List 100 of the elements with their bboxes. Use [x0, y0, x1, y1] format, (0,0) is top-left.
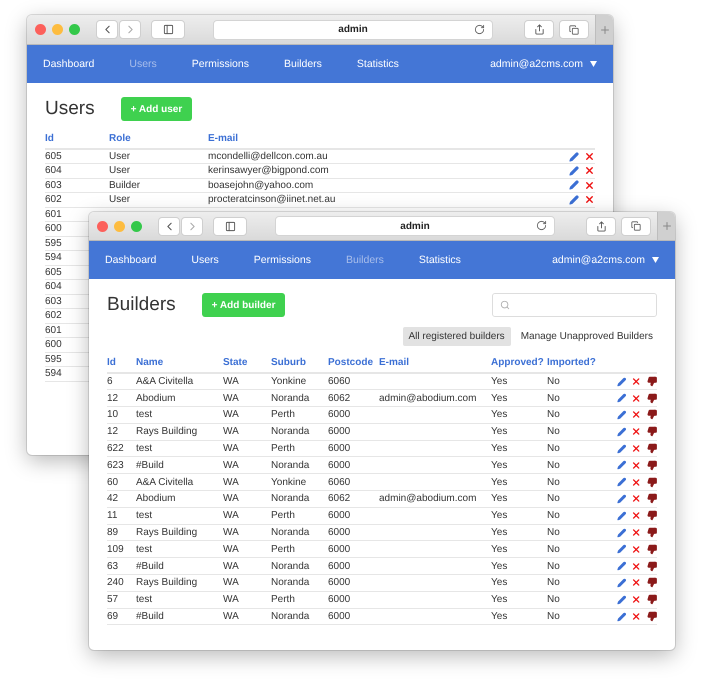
delete-icon[interactable] [631, 376, 642, 388]
delete-icon[interactable] [584, 194, 595, 206]
table-cell: Yes [491, 406, 547, 424]
delete-icon[interactable] [631, 560, 642, 572]
pencil-icon[interactable] [617, 510, 626, 521]
delete-icon[interactable] [631, 527, 642, 538]
thumbs-down-icon[interactable] [646, 594, 657, 606]
tabs-button[interactable] [621, 216, 651, 236]
pencil-icon[interactable] [617, 426, 626, 437]
thumbs-down-icon[interactable] [646, 527, 657, 538]
delete-icon[interactable] [631, 460, 642, 471]
search-field[interactable] [492, 293, 657, 317]
nav-link[interactable]: Statistics [356, 58, 399, 70]
thumbs-down-icon[interactable] [646, 443, 657, 454]
pencil-icon[interactable] [617, 444, 626, 454]
pencil-icon[interactable] [617, 460, 626, 470]
pencil-icon[interactable] [617, 612, 626, 622]
table-cell: Noranda [271, 423, 328, 440]
pencil-icon[interactable] [617, 376, 626, 387]
pencil-icon[interactable] [617, 494, 626, 504]
table-cell: No [547, 540, 617, 558]
delete-icon[interactable] [631, 577, 642, 588]
thumbs-down-icon[interactable] [646, 510, 657, 522]
back-button[interactable] [158, 216, 180, 236]
nav-link[interactable]: Users [191, 254, 219, 266]
back-button[interactable] [96, 20, 118, 39]
table-cell: WA [223, 524, 271, 541]
close-light[interactable] [35, 24, 46, 35]
table-cell: #Build [136, 608, 223, 625]
table-cell: No [547, 373, 617, 390]
column-header: Approved? [491, 355, 547, 373]
address-bar[interactable]: admin [213, 20, 493, 40]
delete-icon[interactable] [631, 493, 642, 504]
table-cell: 6062 [328, 490, 379, 508]
filter-tab[interactable]: Manage Unapproved Builders [514, 327, 659, 346]
thumbs-down-icon[interactable] [646, 611, 657, 622]
column-header: E-mail [208, 131, 565, 149]
close-light[interactable] [97, 220, 108, 232]
address-bar[interactable]: admin [275, 216, 555, 236]
pencil-icon[interactable] [569, 166, 579, 176]
pencil-icon[interactable] [569, 194, 579, 205]
thumbs-down-icon[interactable] [646, 544, 657, 555]
delete-icon[interactable] [584, 151, 595, 162]
nav-link[interactable]: Permissions [254, 254, 311, 266]
thumbs-down-icon[interactable] [646, 392, 657, 404]
sidebar-button[interactable] [213, 216, 247, 236]
share-button[interactable] [524, 20, 554, 39]
reload-icon[interactable] [474, 24, 485, 34]
delete-icon[interactable] [584, 180, 595, 191]
account-menu[interactable]: admin@a2cms.com [490, 58, 597, 70]
nav-link[interactable]: Builders [346, 254, 384, 266]
table-cell: 6 [107, 373, 136, 390]
pencil-icon[interactable] [617, 594, 626, 605]
pencil-icon[interactable] [617, 410, 626, 420]
delete-icon[interactable] [631, 544, 642, 555]
thumbs-down-icon[interactable] [646, 426, 657, 438]
delete-icon[interactable] [631, 426, 642, 438]
table-cell: WA [223, 608, 271, 625]
table-cell: Rays Building [136, 524, 223, 541]
pencil-icon[interactable] [617, 528, 626, 538]
account-menu[interactable]: admin@a2cms.com [552, 254, 659, 266]
delete-icon[interactable] [631, 510, 642, 522]
nav-link[interactable]: Permissions [192, 58, 249, 70]
thumbs-down-icon[interactable] [646, 577, 657, 588]
pencil-icon[interactable] [569, 152, 579, 162]
sidebar-button[interactable] [151, 20, 185, 39]
pencil-icon[interactable] [617, 578, 626, 588]
thumbs-down-icon[interactable] [646, 460, 657, 471]
pencil-icon[interactable] [617, 544, 626, 554]
pencil-icon[interactable] [617, 393, 626, 404]
thumbs-down-icon[interactable] [646, 560, 657, 572]
delete-icon[interactable] [631, 443, 642, 454]
reload-icon[interactable] [536, 220, 547, 231]
pencil-icon[interactable] [617, 561, 626, 572]
delete-icon[interactable] [631, 594, 642, 606]
nav-link[interactable]: Statistics [418, 254, 461, 266]
nav-link[interactable]: Users [129, 58, 157, 70]
table-cell: test [136, 406, 223, 424]
table-cell: No [547, 574, 617, 592]
thumbs-down-icon[interactable] [646, 493, 657, 504]
table-cell: User [109, 192, 208, 207]
delete-icon[interactable] [631, 476, 642, 488]
delete-icon[interactable] [584, 165, 595, 176]
pencil-icon[interactable] [569, 180, 579, 190]
delete-icon[interactable] [631, 611, 642, 622]
delete-icon[interactable] [631, 392, 642, 404]
column-header: Postcode [328, 355, 379, 373]
share-button[interactable] [586, 216, 616, 236]
nav-link[interactable]: Builders [284, 58, 322, 70]
table-cell: 12 [107, 423, 136, 440]
thumbs-down-icon[interactable] [646, 476, 657, 488]
pencil-icon[interactable] [617, 477, 626, 488]
table-cell: Perth [271, 540, 328, 558]
filter-tab[interactable]: All registered builders [402, 327, 511, 346]
delete-icon[interactable] [631, 409, 642, 420]
tabs-button[interactable] [559, 20, 589, 39]
nav-link[interactable]: Dashboard [43, 58, 94, 70]
thumbs-down-icon[interactable] [646, 376, 657, 388]
thumbs-down-icon[interactable] [646, 409, 657, 420]
table-cell: 6000 [328, 423, 379, 440]
